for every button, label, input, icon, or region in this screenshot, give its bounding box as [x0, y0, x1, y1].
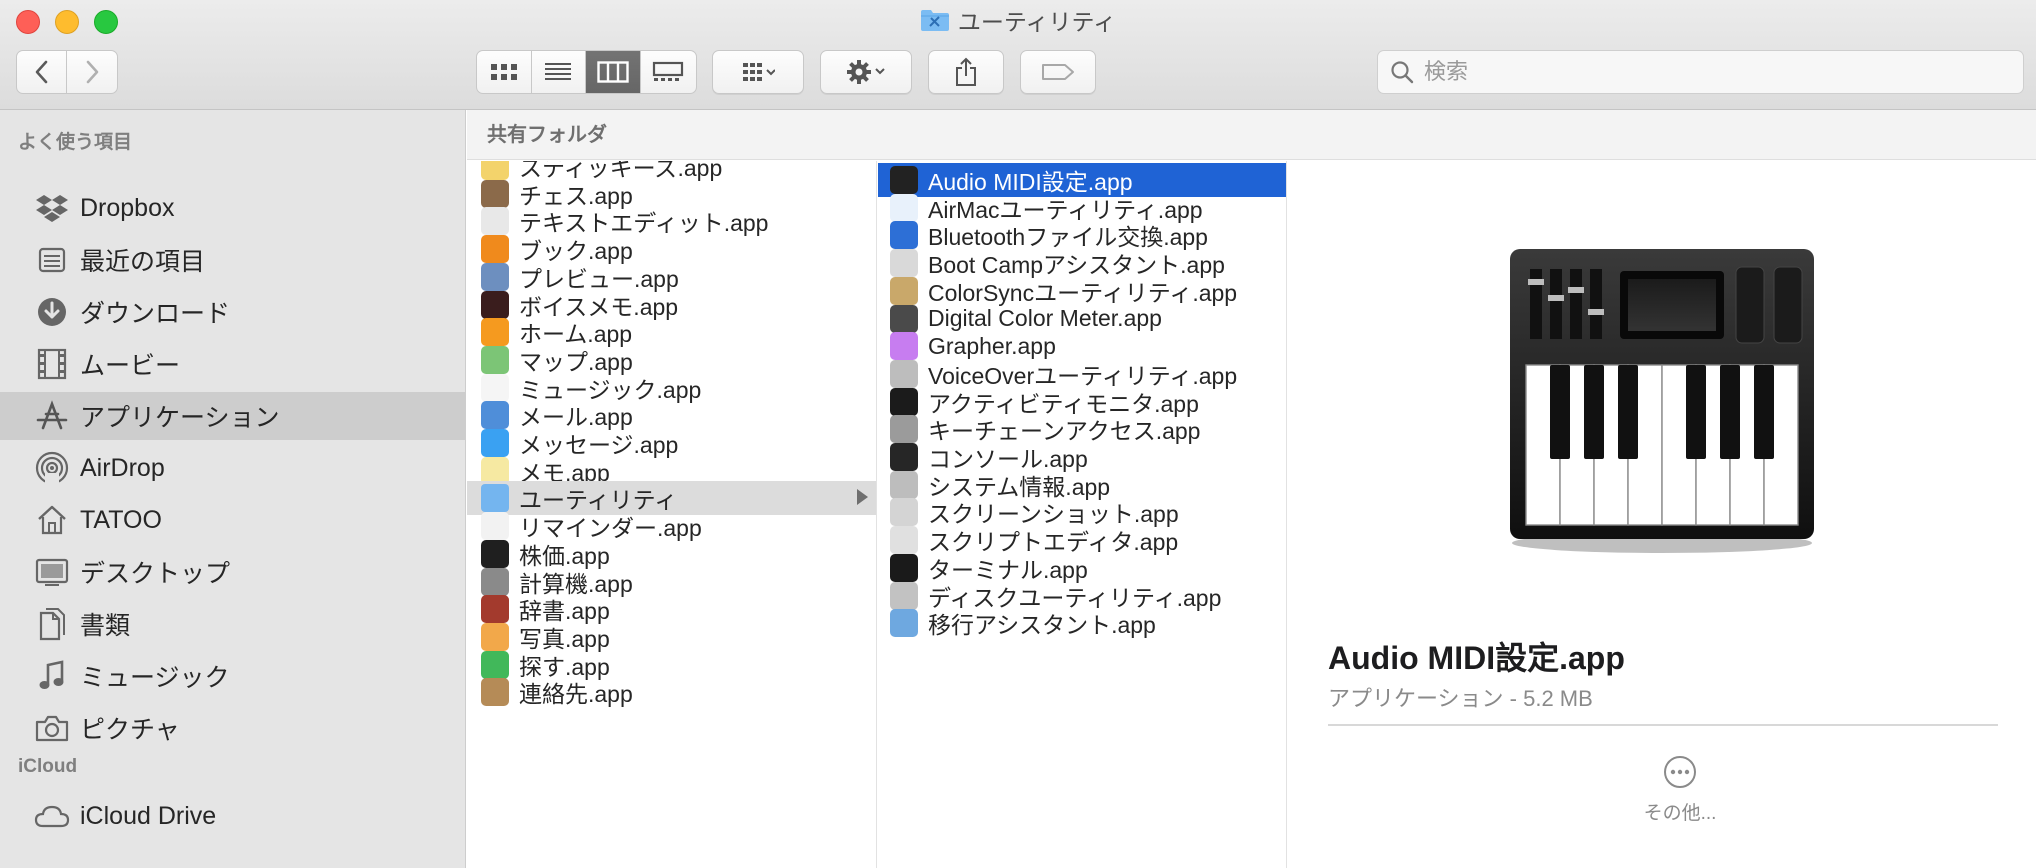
audio-midi-app-icon	[1502, 241, 1822, 566]
sidebar-item-label: ダウンロード	[80, 300, 231, 328]
sidebar-item-label: AirDrop	[80, 453, 165, 482]
preview-divider	[1328, 724, 1998, 726]
airdrop-icon	[34, 450, 70, 486]
sidebar-item-applications[interactable]: アプリケーション	[0, 392, 465, 440]
search-icon	[1391, 61, 1414, 84]
tag-icon	[1042, 64, 1074, 80]
chevron-left-icon	[35, 60, 47, 84]
more-button-label: その他...	[1643, 803, 1717, 824]
app-icon	[890, 609, 918, 638]
sidebar: よく使う項目 Dropbox 最近の項目 ダウンロード ムービー アプリケーショ…	[0, 110, 466, 868]
sidebar-item-movies[interactable]: ムービー	[0, 340, 465, 388]
gallery-view-icon	[653, 61, 684, 81]
view-mode-control	[476, 50, 697, 94]
applications-column[interactable]: スティッキーズ.app チェス.app テキストエディット.app ブック.app プレ…	[467, 161, 877, 868]
file-name: Digital Color Meter.app	[928, 305, 1162, 331]
sidebar-heading-favorites: よく使う項目	[18, 132, 133, 153]
app-icon	[481, 678, 509, 707]
back-button[interactable]	[17, 51, 68, 93]
sidebar-item-label: デスクトップ	[80, 560, 231, 588]
column-view-icon	[597, 61, 629, 83]
preview-file-name: Audio MIDI設定.app	[1328, 640, 1625, 676]
sidebar-item-label: アプリケーション	[80, 404, 280, 432]
search-input[interactable]	[1424, 59, 1984, 85]
file-row[interactable]: 移行アシスタント.app	[878, 606, 1286, 640]
documents-icon	[34, 606, 70, 642]
icon-view-button[interactable]	[477, 51, 532, 93]
download-icon	[34, 294, 70, 330]
tags-button[interactable]	[1020, 50, 1096, 94]
gear-icon	[847, 60, 885, 84]
preview-file-meta: アプリケーション - 5.2 MB	[1328, 686, 1593, 711]
chevron-right-icon	[86, 60, 99, 84]
nav-buttons	[16, 50, 118, 94]
utilities-column[interactable]: Audio MIDI設定.app AirMacユーティリティ.app Bluetoo…	[878, 161, 1287, 868]
sidebar-item-label: ムービー	[80, 352, 181, 380]
sidebar-item-label: 最近の項目	[80, 248, 206, 276]
sidebar-item-home[interactable]: TATOO	[0, 496, 465, 544]
disclosure-arrow-icon	[857, 489, 868, 506]
file-name: 移行アシスタント.app	[928, 612, 1156, 639]
column-view-button[interactable]	[586, 51, 641, 93]
sidebar-item-recents[interactable]: 最近の項目	[0, 236, 465, 284]
toolbar: ユーティリティ	[0, 0, 2036, 110]
group-icon	[743, 63, 775, 81]
sidebar-item-desktop[interactable]: デスクトップ	[0, 548, 465, 596]
sidebar-item-music[interactable]: ミュージック	[0, 652, 465, 700]
file-name: 連絡先.app	[519, 681, 633, 708]
sidebar-item-documents[interactable]: 書類	[0, 600, 465, 648]
share-icon	[956, 57, 976, 86]
sidebar-item-dropbox[interactable]: Dropbox	[0, 184, 465, 232]
window-title: ユーティリティ	[0, 6, 2036, 38]
music-icon	[34, 658, 70, 694]
sidebar-item-downloads[interactable]: ダウンロード	[0, 288, 465, 336]
more-button[interactable]: その他...	[1628, 755, 1732, 825]
sidebar-item-label: 書類	[80, 612, 131, 640]
sidebar-heading-icloud: iCloud	[18, 756, 78, 777]
sidebar-item-label: TATOO	[80, 505, 162, 534]
camera-icon	[34, 710, 70, 746]
sidebar-item-pictures[interactable]: ピクチャ	[0, 704, 465, 752]
search-field[interactable]	[1377, 50, 2024, 94]
sidebar-item-label: iCloud Drive	[80, 801, 217, 830]
cloud-icon	[34, 798, 70, 834]
path-bar: 共有フォルダ	[467, 110, 2036, 160]
recents-icon	[34, 242, 70, 278]
ellipsis-circle-icon	[1664, 756, 1696, 788]
group-button[interactable]	[712, 50, 804, 94]
list-view-icon	[545, 63, 572, 80]
dropbox-icon	[34, 190, 70, 226]
home-icon	[34, 502, 70, 538]
list-view-button[interactable]	[532, 51, 586, 93]
icon-view-icon	[490, 64, 517, 80]
utilities-folder-icon	[920, 8, 950, 40]
file-row[interactable]: 連絡先.app	[467, 675, 876, 709]
desktop-icon	[34, 554, 70, 590]
sidebar-item-label: ピクチャ	[80, 716, 180, 744]
sidebar-item-icloud-drive[interactable]: iCloud Drive	[0, 792, 465, 840]
forward-button[interactable]	[67, 51, 117, 93]
share-button[interactable]	[928, 50, 1004, 94]
window-title-text: ユーティリティ	[957, 9, 1117, 35]
film-icon	[34, 346, 70, 382]
sidebar-item-label: Dropbox	[80, 193, 175, 222]
sidebar-item-airdrop[interactable]: AirDrop	[0, 444, 465, 492]
applications-icon	[34, 398, 70, 434]
action-menu-button[interactable]	[820, 50, 912, 94]
file-name: Grapher.app	[928, 332, 1056, 359]
gallery-view-button[interactable]	[641, 51, 696, 93]
preview-pane: Audio MIDI設定.app アプリケーション - 5.2 MB その他..…	[1288, 161, 2036, 868]
sidebar-item-label: ミュージック	[80, 664, 230, 692]
